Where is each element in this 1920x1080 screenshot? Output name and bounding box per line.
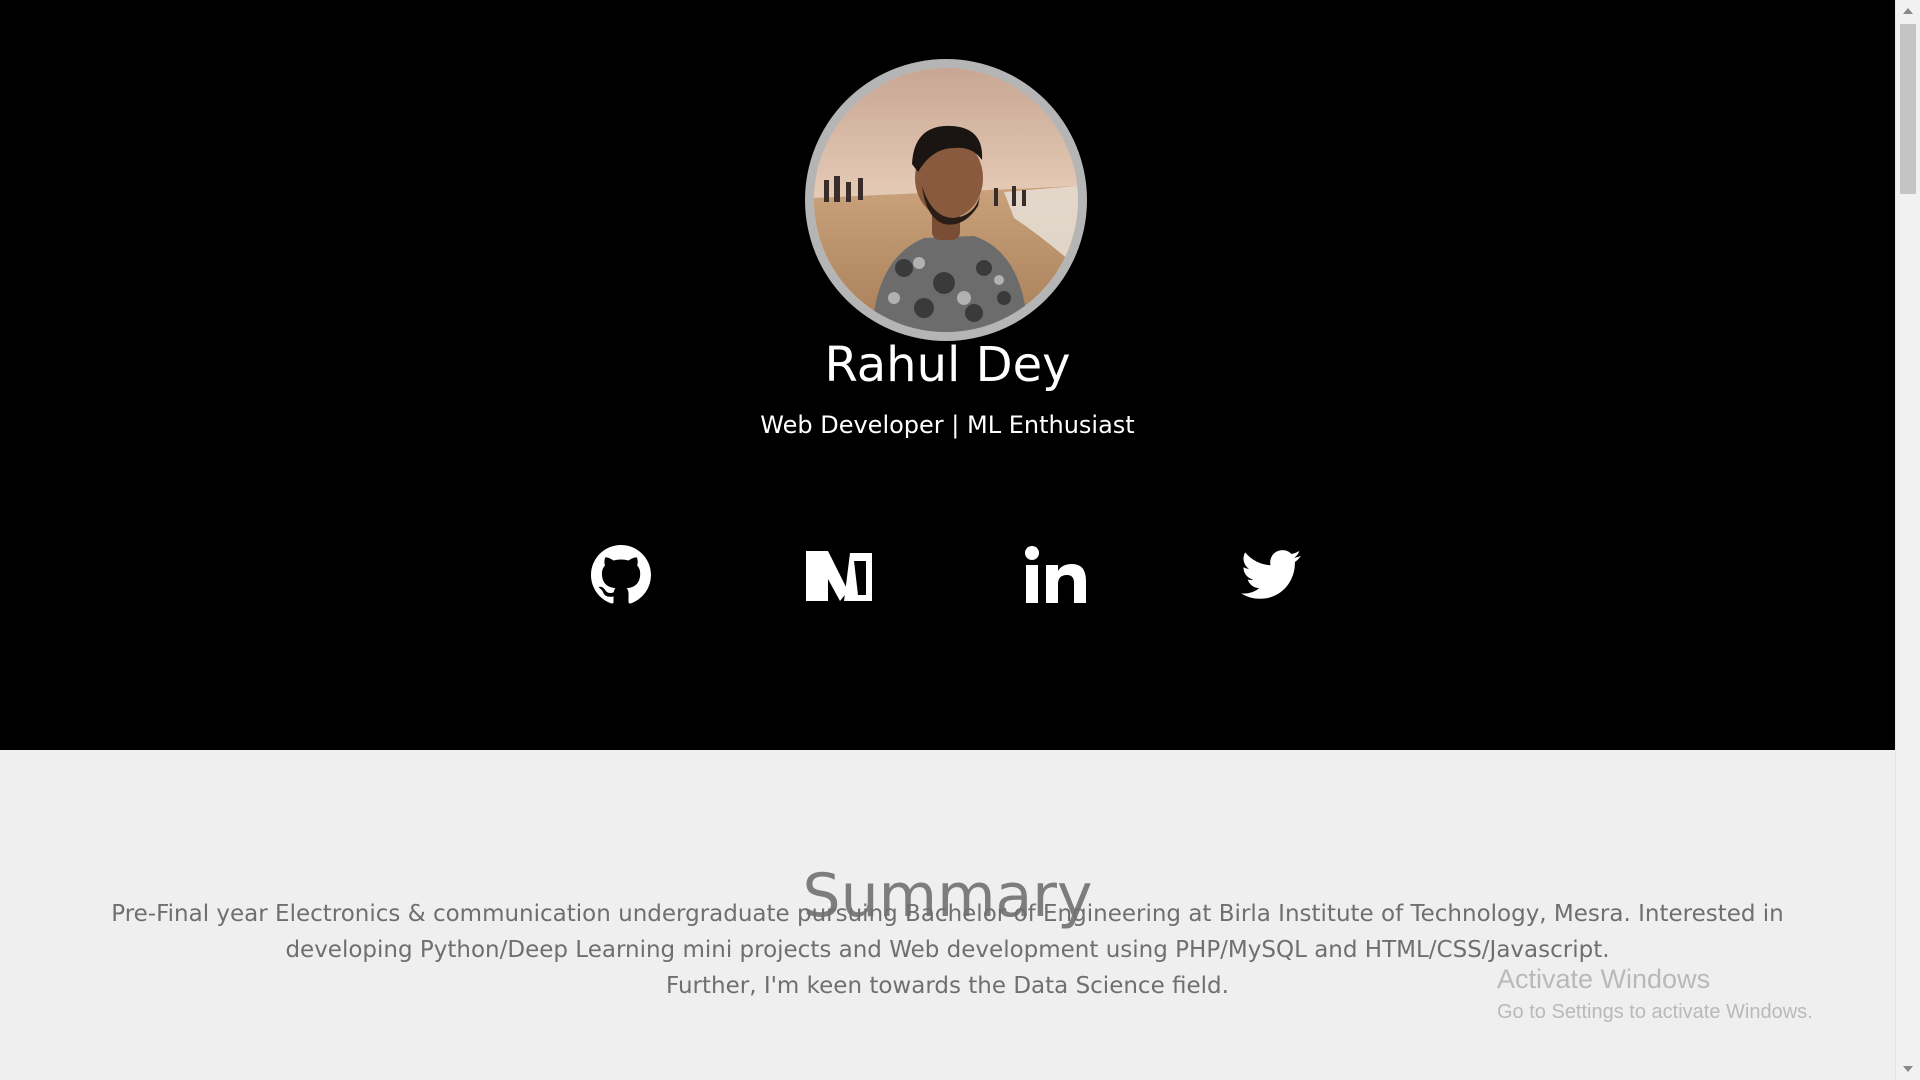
profile-tagline: Web Developer | ML Enthusiast bbox=[760, 411, 1135, 439]
hero-section: Rahul Dey Web Developer | ML Enthusiast bbox=[0, 0, 1895, 750]
twitter-link[interactable] bbox=[1236, 540, 1306, 610]
page: Rahul Dey Web Developer | ML Enthusiast bbox=[0, 0, 1920, 1080]
scroll-up-arrow-icon[interactable] bbox=[1903, 8, 1913, 14]
twitter-icon bbox=[1241, 549, 1301, 601]
linkedin-icon bbox=[1024, 545, 1088, 605]
scroll-down-arrow-icon[interactable] bbox=[1903, 1066, 1913, 1072]
avatar bbox=[805, 59, 1087, 341]
activate-windows-watermark: Activate Windows Go to Settings to activ… bbox=[1497, 962, 1813, 1026]
profile-photo bbox=[814, 68, 1078, 332]
github-link[interactable] bbox=[586, 540, 656, 610]
profile-name: Rahul Dey bbox=[824, 337, 1071, 393]
scrollbar-thumb[interactable] bbox=[1900, 24, 1916, 194]
summary-line-1: Pre-Final year Electronics & communicati… bbox=[111, 901, 1784, 927]
vertical-scrollbar[interactable] bbox=[1895, 0, 1920, 1080]
linkedin-link[interactable] bbox=[1021, 540, 1091, 610]
medium-link[interactable] bbox=[804, 540, 874, 610]
medium-icon bbox=[804, 545, 874, 605]
page-viewport: Rahul Dey Web Developer | ML Enthusiast bbox=[0, 0, 1895, 1080]
watermark-subtitle: Go to Settings to activate Windows. bbox=[1497, 1001, 1813, 1023]
watermark-title: Activate Windows bbox=[1497, 964, 1711, 994]
github-icon bbox=[591, 545, 651, 605]
